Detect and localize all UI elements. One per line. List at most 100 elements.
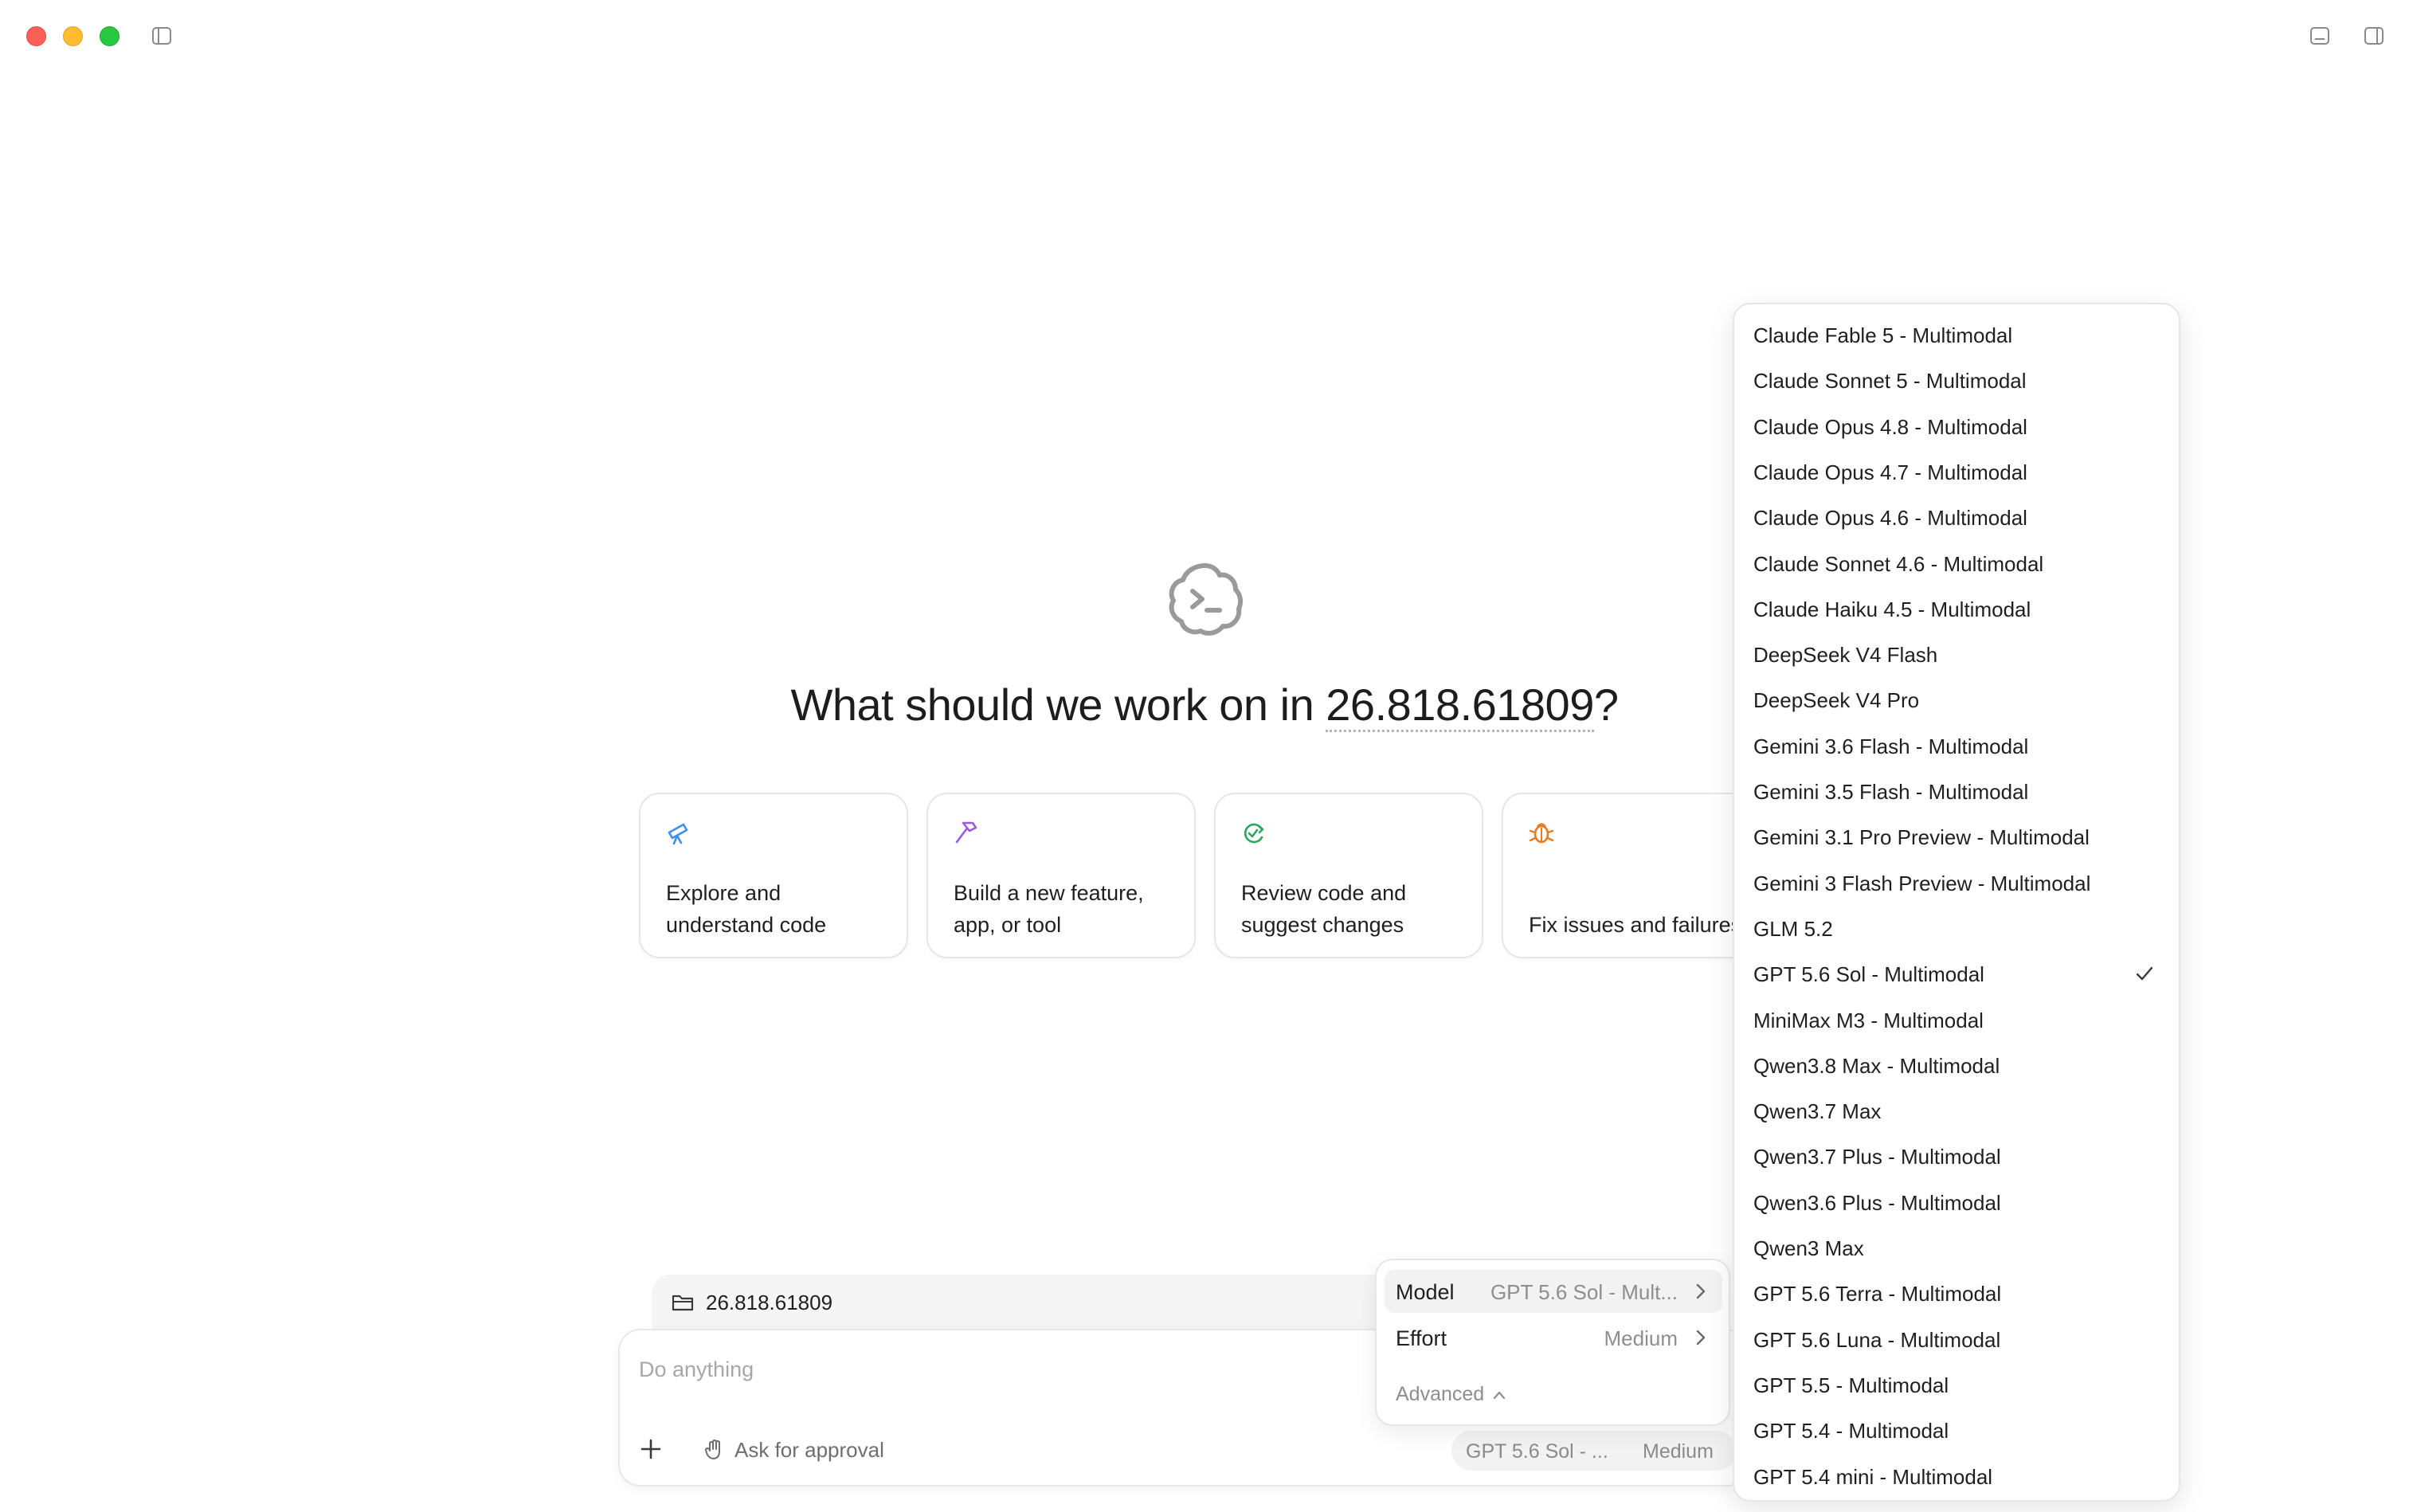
model-option[interactable]: Claude Fable 5 - Multimodal (1742, 314, 2172, 357)
model-option[interactable]: Qwen3 Max (1742, 1227, 2172, 1270)
telescope-icon (668, 823, 688, 845)
terminal-panel-icon[interactable] (2309, 26, 2330, 45)
model-list-menu: Claude Fable 5 - Multimodal Claude Sonnet… (1733, 303, 2180, 1502)
app-logo-icon (1169, 563, 1244, 636)
model-pill-label: GPT 5.6 Sol - ... (1466, 1440, 1608, 1463)
model-option[interactable]: MiniMax M3 - Multimodal (1742, 999, 2172, 1042)
chevron-up-icon (1494, 1391, 1506, 1399)
suggestion-card-explore[interactable]: Explore and understand code (639, 793, 908, 958)
model-option[interactable]: GLM 5.2 (1742, 907, 2172, 950)
plus-icon[interactable] (639, 1437, 663, 1461)
model-option-label: GPT 5.6 Luna - Multimodal (1753, 1327, 2001, 1352)
model-option[interactable]: Qwen3.7 Plus - Multimodal (1742, 1135, 2172, 1178)
model-option[interactable]: Claude Sonnet 5 - Multimodal (1742, 359, 2172, 402)
model-option-label: Claude Haiku 4.5 - Multimodal (1753, 597, 2031, 621)
effort-menu-label: Effort (1396, 1326, 1447, 1350)
suggestion-card-review[interactable]: Review code and suggest changes (1214, 793, 1483, 958)
model-option[interactable]: Claude Sonnet 4.6 - Multimodal (1742, 543, 2172, 586)
model-option[interactable]: GPT 5.6 Terra - Multimodal (1742, 1272, 2172, 1315)
model-option[interactable]: GPT 5.4 - Multimodal (1742, 1409, 2172, 1452)
suggestion-label: Explore and understand code (666, 881, 827, 937)
model-option[interactable]: DeepSeek V4 Pro (1742, 679, 2172, 722)
model-option-label: Claude Opus 4.6 - Multimodal (1753, 506, 2027, 531)
model-option-label: Claude Sonnet 4.6 - Multimodal (1753, 551, 2044, 576)
model-option[interactable]: Qwen3.8 Max - Multimodal (1742, 1044, 2172, 1087)
suggestion-card-fix[interactable]: Fix issues and failures (1502, 793, 1741, 958)
bug-icon (1529, 823, 1554, 844)
minimize-window-button[interactable] (63, 26, 83, 46)
model-option-label: Gemini 3.6 Flash - Multimodal (1753, 734, 2029, 758)
hammer-icon (955, 821, 977, 844)
effort-menu-item[interactable]: Effort Medium (1385, 1316, 1722, 1359)
advanced-toggle[interactable]: Advanced (1396, 1383, 1506, 1406)
model-option-label: Gemini 3.5 Flash - Multimodal (1753, 780, 2029, 804)
model-option[interactable]: DeepSeek V4 Flash (1742, 633, 2172, 676)
model-option-label: GPT 5.6 Sol - Multimodal (1753, 962, 1984, 987)
model-option-label: Qwen3.6 Plus - Multimodal (1753, 1190, 2001, 1215)
workspace-folder-name: 26.818.61809 (706, 1291, 833, 1314)
model-option-label: GPT 5.4 - Multimodal (1753, 1419, 1949, 1443)
model-option-label: GPT 5.6 Terra - Multimodal (1753, 1282, 2002, 1306)
headline-prefix: What should we work on in (790, 680, 1326, 730)
headline-suffix: ? (1593, 680, 1619, 730)
model-option[interactable]: Claude Opus 4.7 - Multimodal (1742, 451, 2172, 494)
model-option-label: Qwen3.7 Plus - Multimodal (1753, 1145, 2001, 1169)
model-option-label: Claude Sonnet 5 - Multimodal (1753, 369, 2027, 394)
model-menu-label: Model (1396, 1280, 1455, 1304)
zoom-window-button[interactable] (100, 26, 119, 46)
model-menu-value: GPT 5.6 Sol - Mult... (1490, 1280, 1678, 1304)
chevron-right-icon (1696, 1330, 1706, 1346)
suggestion-label: Fix issues and failures (1529, 913, 1742, 937)
model-option[interactable]: Gemini 3.1 Pro Preview - Multimodal (1742, 816, 2172, 859)
chevron-right-icon (1696, 1283, 1706, 1299)
model-menu-item[interactable]: Model GPT 5.6 Sol - Mult... (1385, 1270, 1722, 1313)
model-settings-popover: Model GPT 5.6 Sol - Mult... Effort Mediu… (1375, 1259, 1730, 1426)
effort-menu-value: Medium (1604, 1326, 1678, 1350)
model-option-label: Gemini 3 Flash Preview - Multimodal (1753, 871, 2091, 895)
model-option-label: Qwen3.8 Max - Multimodal (1753, 1053, 2000, 1078)
model-option-label: Qwen3 Max (1753, 1236, 1864, 1260)
model-option[interactable]: Claude Opus 4.6 - Multimodal (1742, 496, 2172, 539)
effort-pill-label: Medium (1643, 1440, 1714, 1463)
model-option[interactable]: Gemini 3 Flash Preview - Multimodal (1742, 862, 2172, 905)
checkmark-icon (2136, 966, 2153, 981)
approval-mode-button[interactable]: Ask for approval (703, 1437, 884, 1463)
model-option-label: DeepSeek V4 Pro (1753, 688, 1920, 713)
model-option[interactable]: Gemini 3.6 Flash - Multimodal (1742, 725, 2172, 768)
suggestion-card-build[interactable]: Build a new feature, app, or tool (926, 793, 1196, 958)
right-panel-icon[interactable] (2364, 26, 2384, 45)
model-effort-pill[interactable]: GPT 5.6 Sol - ... Medium (1451, 1431, 1737, 1471)
model-option-label: GPT 5.5 - Multimodal (1753, 1373, 1949, 1397)
model-option-label: Claude Fable 5 - Multimodal (1753, 323, 2013, 347)
hand-icon (705, 1440, 720, 1459)
advanced-label: Advanced (1396, 1383, 1485, 1405)
suggestion-label: Review code and suggest changes (1241, 881, 1407, 937)
model-option-label: Claude Opus 4.7 - Multimodal (1753, 460, 2027, 484)
sidebar-toggle-icon[interactable] (151, 26, 172, 45)
model-option-label: GPT 5.4 mini - Multimodal (1753, 1464, 1993, 1489)
model-option-label: Qwen3.7 Max (1753, 1099, 1882, 1124)
workspace-folder-bar[interactable]: 26.818.61809 (652, 1275, 1448, 1330)
model-option-label: DeepSeek V4 Flash (1753, 643, 1938, 668)
model-option[interactable]: GPT 5.6 Luna - Multimodal (1742, 1318, 2172, 1361)
model-option[interactable]: Claude Haiku 4.5 - Multimodal (1742, 588, 2172, 631)
model-option[interactable]: GPT 5.5 - Multimodal (1742, 1364, 2172, 1407)
model-option[interactable]: Claude Opus 4.8 - Multimodal (1742, 405, 2172, 449)
review-icon (1244, 823, 1264, 844)
model-option-label: MiniMax M3 - Multimodal (1753, 1008, 1984, 1032)
close-window-button[interactable] (26, 26, 46, 46)
folder-name-link[interactable]: 26.818.61809 (1326, 680, 1594, 732)
prompt-input[interactable]: Do anything (639, 1357, 754, 1382)
model-option[interactable]: Qwen3.6 Plus - Multimodal (1742, 1181, 2172, 1224)
app-window: What should we work on in 26.818.61809? … (0, 0, 2409, 1512)
model-option[interactable]: GPT 5.4 mini - Multimodal (1742, 1455, 2172, 1498)
approval-label: Ask for approval (734, 1437, 884, 1462)
model-option[interactable]: Qwen3.7 Max (1742, 1090, 2172, 1133)
suggestion-label: Build a new feature, app, or tool (954, 881, 1144, 937)
model-option-label: Claude Opus 4.8 - Multimodal (1753, 414, 2027, 439)
model-option[interactable]: GPT 5.6 Sol - Multimodal (1742, 953, 2172, 996)
folder-icon (672, 1295, 694, 1311)
model-option[interactable]: Gemini 3.5 Flash - Multimodal (1742, 770, 2172, 813)
model-option-label: GLM 5.2 (1753, 916, 1833, 941)
model-option-label: Gemini 3.1 Pro Preview - Multimodal (1753, 825, 2090, 850)
